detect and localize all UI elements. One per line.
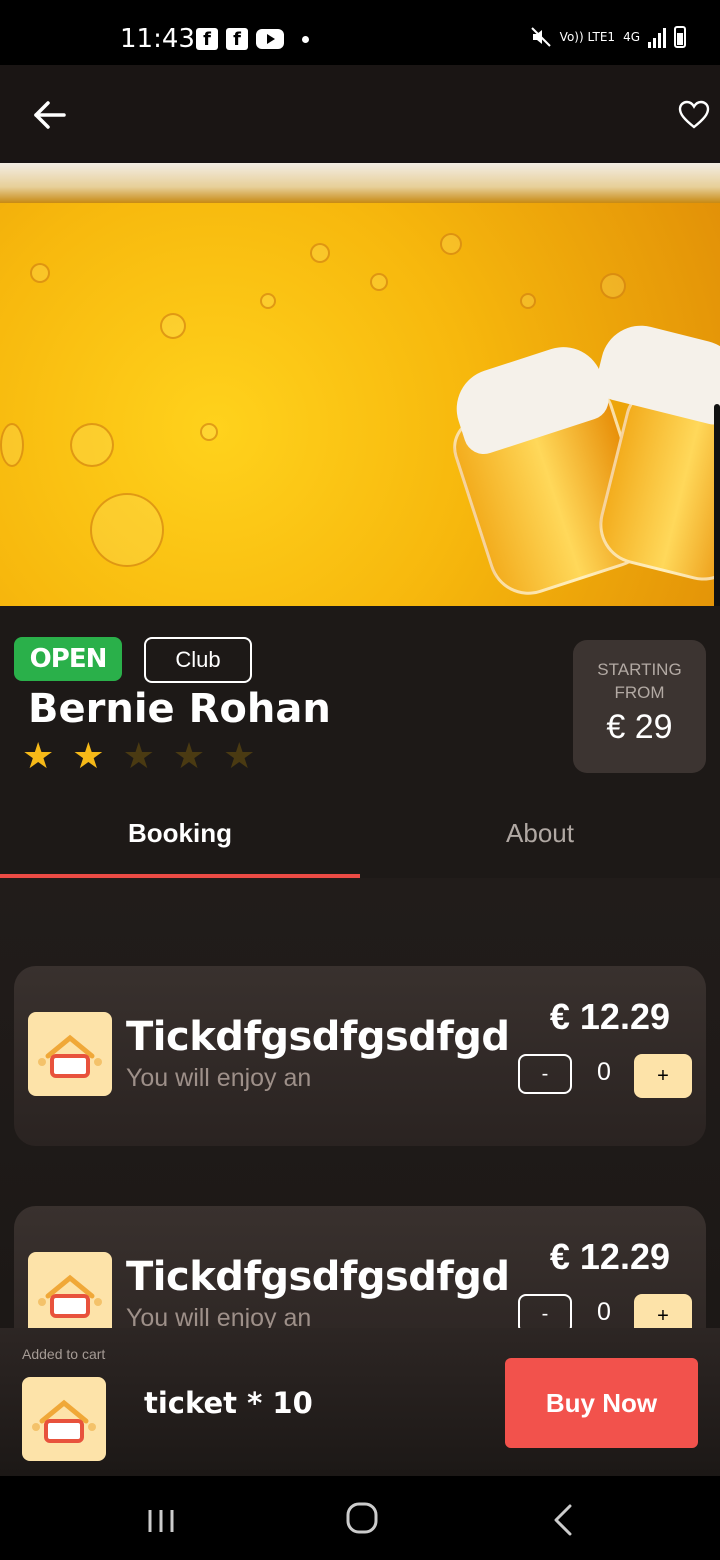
facebook-icon: f (196, 28, 218, 50)
cart-summary: ticket * 10 (144, 1386, 313, 1420)
star-icon: ★ (72, 735, 105, 776)
status-time: 11:43 (120, 24, 195, 54)
venue-info: OPEN Club Bernie Rohan ★ ★ ★ ★ ★ STARTIN… (0, 606, 720, 806)
added-to-cart-label: Added to cart (22, 1346, 106, 1362)
cart-ticket-icon (22, 1377, 106, 1461)
starting-from-label: STARTING FROM (597, 660, 682, 702)
ticket-title: Tickdfgsdfgsdfgd (126, 1014, 510, 1060)
signal-icon (648, 26, 666, 48)
ticket-icon (28, 1012, 112, 1096)
tab-about[interactable]: About (360, 790, 720, 876)
cart-bar: Added to cart ticket * 10 Buy Now (0, 1328, 720, 1476)
star-icon: ★ (122, 735, 155, 776)
tab-bar: Booking About (0, 790, 720, 878)
notification-dot-icon (302, 35, 309, 43)
venue-name: Bernie Rohan (28, 686, 331, 732)
ticket-card: Tickdfgsdfgsdfgd You will enjoy an € 12.… (14, 1206, 706, 1328)
open-status-badge: OPEN (14, 637, 122, 681)
network-indicator: 4G (623, 30, 640, 44)
status-indicators: Vo)) LTE1 4G (530, 26, 686, 48)
category-badge: Club (144, 637, 252, 683)
facebook-icon: f (226, 28, 248, 50)
buy-now-button[interactable]: Buy Now (505, 1358, 698, 1448)
system-nav-bar (0, 1476, 720, 1560)
arrow-left-icon[interactable] (30, 95, 70, 135)
home-icon[interactable] (346, 1502, 378, 1534)
ticket-quantity: 0 (597, 1298, 611, 1326)
increase-quantity-button[interactable]: + (634, 1294, 692, 1328)
back-icon[interactable] (552, 1504, 576, 1536)
status-bar: 11:43 f f Vo)) LTE1 4G (0, 0, 720, 65)
ticket-icon (28, 1252, 112, 1328)
status-app-icons: f f (196, 28, 309, 50)
decrease-quantity-button[interactable]: - (518, 1294, 572, 1328)
ticket-description: You will enjoy an (126, 1064, 312, 1092)
battery-icon (674, 26, 686, 48)
beer-foam (0, 163, 720, 203)
star-icon: ★ (172, 735, 206, 776)
star-icon: ★ (22, 735, 55, 776)
ticket-description: You will enjoy an (126, 1304, 312, 1328)
starting-price-box: STARTING FROM € 29 (573, 640, 706, 773)
ticket-price: € 12.29 (549, 996, 670, 1037)
ticket-title: Tickdfgsdfgsdfgd (126, 1254, 510, 1300)
decrease-quantity-button[interactable]: - (518, 1054, 572, 1094)
scrollbar[interactable] (714, 404, 720, 629)
starting-price: € 29 (606, 708, 673, 746)
heart-icon[interactable] (678, 99, 710, 131)
app-bar (0, 65, 720, 163)
ticket-card: Tickdfgsdfgsdfgd You will enjoy an € 12.… (14, 966, 706, 1146)
mute-icon (530, 27, 551, 47)
ticket-price: € 12.29 (549, 1236, 670, 1277)
increase-quantity-button[interactable]: + (634, 1054, 692, 1098)
recents-icon[interactable] (146, 1508, 176, 1534)
tab-booking[interactable]: Booking (0, 790, 360, 876)
rating-stars: ★ ★ ★ ★ ★ (22, 736, 255, 776)
star-icon: ★ (223, 735, 256, 776)
venue-hero-image (0, 163, 720, 606)
ticket-quantity: 0 (597, 1058, 611, 1086)
volte-indicator: Vo)) LTE1 (559, 30, 616, 44)
ticket-list: Tickdfgsdfgsdfgd You will enjoy an € 12.… (0, 878, 720, 1328)
youtube-icon (256, 29, 284, 49)
